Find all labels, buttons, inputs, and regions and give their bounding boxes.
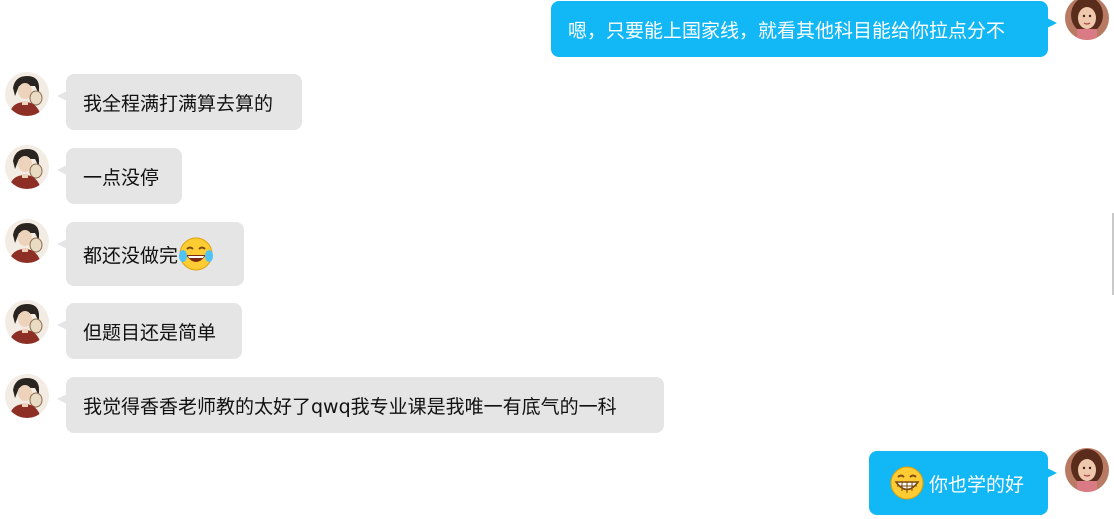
message-text: 嗯，只要能上国家线，就看其他科目能给你拉点分不 (568, 19, 1006, 42)
message-bubble[interactable]: 你也学的好 (869, 451, 1048, 515)
message-text: 我全程满打满算去算的 (83, 92, 274, 115)
avatar-contact[interactable] (5, 72, 49, 116)
message-bubble[interactable]: 嗯，只要能上国家线，就看其他科目能给你拉点分不 (551, 1, 1048, 57)
grinning-emoji-icon (889, 465, 925, 501)
bubble-tail (1047, 468, 1057, 478)
bubble-tail (1047, 18, 1057, 28)
avatar-contact[interactable] (5, 300, 49, 344)
laughing-tears-emoji-icon (178, 236, 214, 272)
message-text: 一点没停 (83, 166, 160, 189)
avatar-contact[interactable] (5, 145, 49, 189)
avatar-self[interactable] (1065, 448, 1109, 492)
avatar-contact[interactable] (5, 219, 49, 263)
message-bubble[interactable]: 一点没停 (66, 148, 182, 204)
message-bubble[interactable]: 我觉得香香老师教的太好了qwq我专业课是我唯一有底气的一科 (66, 377, 664, 433)
message-text: 都还没做完 (83, 244, 179, 267)
message-bubble[interactable]: 我全程满打满算去算的 (66, 74, 302, 130)
message-text: 但题目还是简单 (83, 321, 217, 344)
message-text: 你也学的好 (929, 473, 1025, 496)
message-bubble[interactable]: 都还没做完 (66, 222, 244, 286)
message-bubble[interactable]: 但题目还是简单 (66, 303, 242, 359)
avatar-self[interactable] (1065, 0, 1109, 40)
avatar-contact[interactable] (5, 374, 49, 418)
message-text: 我觉得香香老师教的太好了qwq我专业课是我唯一有底气的一科 (83, 395, 617, 418)
